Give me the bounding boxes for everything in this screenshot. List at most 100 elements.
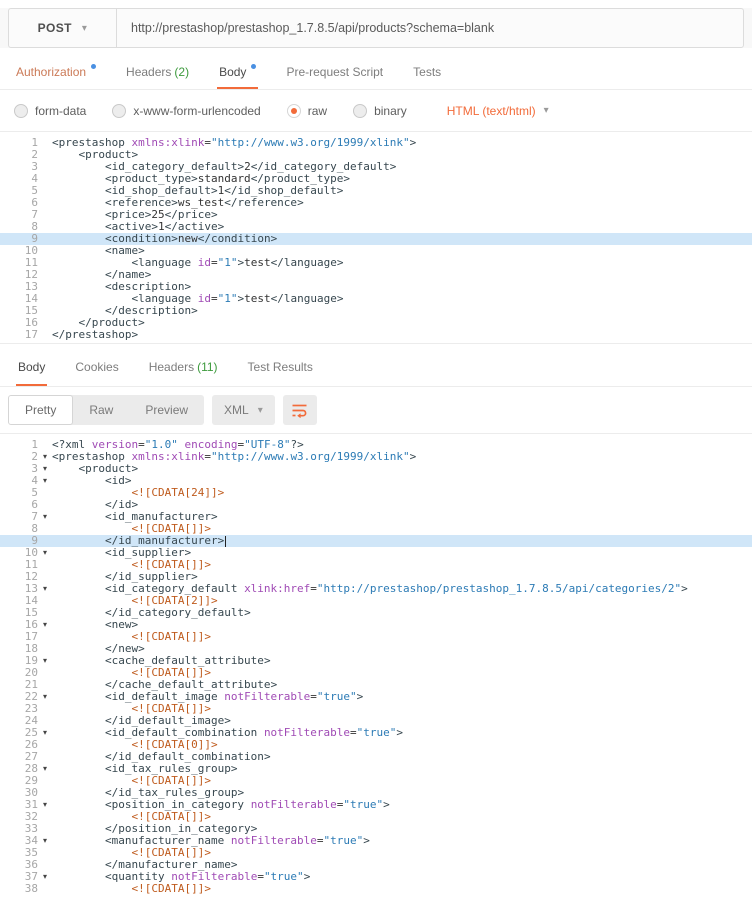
body-mode-form-data[interactable]: form-data: [14, 103, 86, 118]
code-line[interactable]: 1 <prestashop xmlns:xlink="http://www.w3.…: [0, 137, 752, 149]
code-line[interactable]: 11 <![CDATA[]]>: [0, 559, 752, 571]
fold-toggle-icon[interactable]: ▾: [38, 799, 52, 811]
tab-test-results[interactable]: Test Results: [246, 350, 315, 386]
code-line[interactable]: 13 ▾ <id_category_default xlink:href="htt…: [0, 583, 752, 595]
wrap-lines-button[interactable]: [282, 395, 317, 425]
code-line[interactable]: 5 <![CDATA[24]]>: [0, 487, 752, 499]
code-line[interactable]: 3 ▾ <product>: [0, 463, 752, 475]
code-line[interactable]: 8 <active>1</active>: [0, 221, 752, 233]
request-body-editor[interactable]: 1 <prestashop xmlns:xlink="http://www.w3.…: [0, 131, 752, 344]
code-line[interactable]: 15 </description>: [0, 305, 752, 317]
code-line[interactable]: 9 </id_manufacturer>: [0, 535, 752, 547]
code-line[interactable]: 7 ▾ <id_manufacturer>: [0, 511, 752, 523]
code-line[interactable]: 11 <language id="1">test</language>: [0, 257, 752, 269]
tab-authorization[interactable]: Authorization: [14, 56, 98, 89]
code-line[interactable]: 4 ▾ <id>: [0, 475, 752, 487]
code-line[interactable]: 37 ▾ <quantity notFilterable="true">: [0, 871, 752, 883]
raw-type-select[interactable]: HTML (text/html) ▾: [447, 104, 549, 118]
fold-toggle-icon[interactable]: ▾: [38, 583, 52, 595]
line-number-gutter: 6: [0, 499, 52, 511]
code-line[interactable]: 8 <![CDATA[]]>: [0, 523, 752, 535]
code-line[interactable]: 14 <![CDATA[2]]>: [0, 595, 752, 607]
fold-toggle-icon[interactable]: ▾: [38, 871, 52, 883]
view-mode-preview[interactable]: Preview: [129, 395, 204, 425]
body-mode-raw[interactable]: raw: [286, 103, 327, 118]
code-line[interactable]: 25 ▾ <id_default_combination notFilterabl…: [0, 727, 752, 739]
code-line[interactable]: 14 <language id="1">test</language>: [0, 293, 752, 305]
view-mode-raw[interactable]: Raw: [73, 395, 129, 425]
code-line[interactable]: 12 </name>: [0, 269, 752, 281]
fold-toggle-icon[interactable]: ▾: [38, 619, 52, 631]
fold-toggle-icon[interactable]: ▾: [38, 475, 52, 487]
code-line[interactable]: 29 <![CDATA[]]>: [0, 775, 752, 787]
code-line[interactable]: 6 <reference>ws_test</reference>: [0, 197, 752, 209]
code-line[interactable]: 10 <name>: [0, 245, 752, 257]
fold-toggle-icon[interactable]: ▾: [38, 763, 52, 775]
code-line[interactable]: 23 <![CDATA[]]>: [0, 703, 752, 715]
code-line[interactable]: 4 <product_type>standard</product_type>: [0, 173, 752, 185]
code-line[interactable]: 28 ▾ <id_tax_rules_group>: [0, 763, 752, 775]
fold-toggle-icon[interactable]: ▾: [38, 691, 52, 703]
code-line[interactable]: 2 <product>: [0, 149, 752, 161]
line-number: 38: [24, 882, 38, 895]
code-line[interactable]: 21 </cache_default_attribute>: [0, 679, 752, 691]
code-line[interactable]: 31 ▾ <position_in_category notFilterable=…: [0, 799, 752, 811]
code-line[interactable]: 36 </manufacturer_name>: [0, 859, 752, 871]
code-line[interactable]: 5 <id_shop_default>1</id_shop_default>: [0, 185, 752, 197]
code-line[interactable]: 13 <description>: [0, 281, 752, 293]
fold-toggle-icon[interactable]: ▾: [38, 727, 52, 739]
code-line[interactable]: 38 <![CDATA[]]>: [0, 883, 752, 895]
code-text: <manufacturer_name notFilterable="true">: [52, 835, 752, 847]
tab-body[interactable]: Body: [217, 56, 259, 89]
url-input[interactable]: http://prestashop/prestashop_1.7.8.5/api…: [117, 9, 743, 47]
fold-gutter-space: [38, 571, 52, 583]
code-line[interactable]: 20 <![CDATA[]]>: [0, 667, 752, 679]
code-token: <id: [104, 475, 125, 487]
code-line[interactable]: 2 ▾ <prestashop xmlns:xlink="http://www.w3…: [0, 451, 752, 463]
code-line[interactable]: 22 ▾ <id_default_image notFilterable="tru…: [0, 691, 752, 703]
code-line[interactable]: 10 ▾ <id_supplier>: [0, 547, 752, 559]
tab-body[interactable]: Body: [16, 350, 48, 386]
code-line[interactable]: 27 </id_default_combination>: [0, 751, 752, 763]
fold-toggle-icon[interactable]: ▾: [38, 463, 52, 475]
response-body-editor[interactable]: 1 <?xml version="1.0" encoding="UTF-8"?> 2…: [0, 433, 752, 900]
fold-toggle-icon[interactable]: ▾: [38, 655, 52, 667]
response-format-select[interactable]: XML ▾: [212, 395, 275, 425]
fold-toggle-icon[interactable]: ▾: [38, 835, 52, 847]
fold-toggle-icon[interactable]: ▾: [38, 451, 52, 463]
code-line[interactable]: 15 </id_category_default>: [0, 607, 752, 619]
code-line[interactable]: 18 </new>: [0, 643, 752, 655]
code-line[interactable]: 16 ▾ <new>: [0, 619, 752, 631]
code-line[interactable]: 26 <![CDATA[0]]>: [0, 739, 752, 751]
tab-cookies[interactable]: Cookies: [73, 350, 120, 386]
code-line[interactable]: 1 <?xml version="1.0" encoding="UTF-8"?>: [0, 439, 752, 451]
fold-toggle-icon[interactable]: ▾: [38, 547, 52, 559]
code-line[interactable]: 34 ▾ <manufacturer_name notFilterable="tr…: [0, 835, 752, 847]
body-mode-binary[interactable]: binary: [353, 103, 407, 118]
tab-tests[interactable]: Tests: [411, 56, 443, 89]
code-line[interactable]: 7 <price>25</price>: [0, 209, 752, 221]
code-line[interactable]: 3 <id_category_default >2</id_category_de…: [0, 161, 752, 173]
tab-headers[interactable]: Headers (11): [147, 350, 220, 386]
body-mode-x-www-form-urlencoded[interactable]: x-www-form-urlencoded: [112, 103, 261, 118]
code-line[interactable]: 9 <condition>new</condition>: [0, 233, 752, 245]
fold-toggle-icon[interactable]: ▾: [38, 511, 52, 523]
code-line[interactable]: 19 ▾ <cache_default_attribute>: [0, 655, 752, 667]
code-line[interactable]: 24 </id_default_image>: [0, 715, 752, 727]
code-line[interactable]: 35 <![CDATA[]]>: [0, 847, 752, 859]
code-line[interactable]: 33 </position_in_category>: [0, 823, 752, 835]
tab-pre-request-script[interactable]: Pre-request Script: [284, 56, 385, 89]
tab-headers[interactable]: Headers (2): [124, 56, 191, 89]
code-token: notFilterable: [263, 727, 351, 739]
code-line[interactable]: 12 </id_supplier>: [0, 571, 752, 583]
code-line[interactable]: 16 </product>: [0, 317, 752, 329]
code-line[interactable]: 6 </id>: [0, 499, 752, 511]
code-line[interactable]: 30 </id_tax_rules_group>: [0, 787, 752, 799]
method-select[interactable]: POST ▾: [9, 9, 117, 47]
code-line[interactable]: 17 </prestashop>: [0, 329, 752, 341]
view-mode-pretty[interactable]: Pretty: [8, 395, 74, 425]
code-line[interactable]: 17 <![CDATA[]]>: [0, 631, 752, 643]
code-line[interactable]: 32 <![CDATA[]]>: [0, 811, 752, 823]
